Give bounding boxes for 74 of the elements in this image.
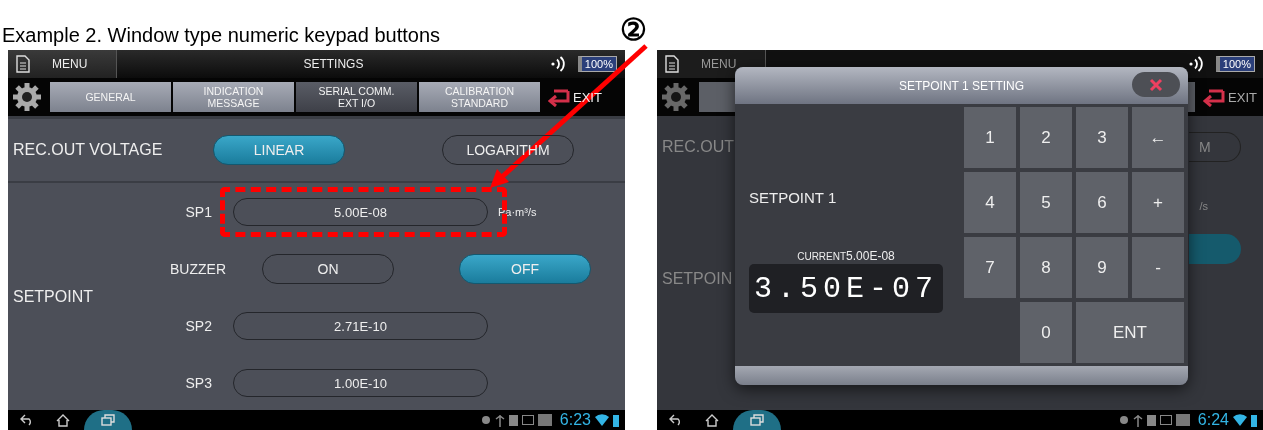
screen-title: SETTINGS <box>302 57 365 71</box>
digit-key[interactable]: 4 <box>964 172 1016 233</box>
digit-key[interactable]: 0 <box>1020 302 1072 363</box>
settings-icon[interactable] <box>661 82 691 112</box>
tab[interactable]: SERIAL COMM. EXT I/O <box>296 82 417 112</box>
setpoint-label: SP3 <box>184 375 213 391</box>
exit-button[interactable]: EXIT <box>1203 87 1257 107</box>
dialog-title: SETPOINT 1 SETTING <box>898 78 1025 93</box>
setpoint-label: SETPOINT 1 <box>749 189 838 206</box>
battery-indicator: 100% <box>577 56 617 72</box>
digit-key[interactable]: 7 <box>964 237 1016 298</box>
recent-apps-button[interactable] <box>733 410 781 430</box>
setpoint-label: SP2 <box>184 318 213 334</box>
exit-icon[interactable] <box>548 87 570 107</box>
digit-key[interactable]: 6 <box>1076 172 1128 233</box>
back-icon[interactable] <box>669 414 683 426</box>
callout-number: ② <box>620 14 647 46</box>
recent-apps-icon[interactable] <box>750 414 764 426</box>
image-icon <box>1159 415 1172 425</box>
notification-icon <box>1175 414 1190 426</box>
sign-key[interactable]: + <box>1132 172 1184 233</box>
tab[interactable]: INDICATION MESSAGE <box>173 82 294 112</box>
document-icon <box>16 55 30 73</box>
option-button[interactable]: OFF <box>459 254 591 284</box>
recent-apps-button[interactable] <box>84 410 132 430</box>
setting-label: SETPOINT <box>12 287 94 306</box>
menu-button[interactable]: MENU <box>657 50 766 78</box>
image-icon <box>521 415 534 425</box>
digit-key[interactable]: 9 <box>1076 237 1128 298</box>
setting-label: BUZZER <box>169 261 226 277</box>
entry-display: 3.50E-07 <box>749 264 943 313</box>
current-label: CURRENT <box>797 251 847 262</box>
back-icon[interactable] <box>20 414 34 426</box>
digit-key[interactable]: 3 <box>1076 107 1128 168</box>
caption: Example 2. Window type numeric keypad buttons <box>2 23 440 47</box>
backspace-key[interactable]: ← <box>1132 107 1184 168</box>
signal-icon <box>1187 56 1204 72</box>
home-icon[interactable] <box>705 413 719 427</box>
sd-card-icon <box>508 414 518 426</box>
close-icon[interactable] <box>1149 77 1163 92</box>
settings-icon[interactable] <box>12 82 42 112</box>
recent-apps-icon[interactable] <box>101 414 115 426</box>
setting-label: REC.OUT <box>662 138 734 156</box>
tab[interactable]: GENERAL <box>50 82 171 112</box>
sd-card-icon <box>1146 414 1156 426</box>
unit-label: /s <box>1199 200 1208 212</box>
signal-icon <box>549 56 566 72</box>
setpoint-label: SP1 <box>184 204 213 220</box>
battery-indicator: 100% <box>1215 56 1255 72</box>
clock-time: 6:24 <box>1197 411 1229 429</box>
digit-key[interactable]: 8 <box>1020 237 1072 298</box>
close-button[interactable] <box>1132 72 1180 97</box>
setting-label: REC.OUT VOLTAGE <box>13 141 164 159</box>
usb-icon <box>1132 413 1143 427</box>
menu-button[interactable]: MENU <box>8 50 117 78</box>
wifi-icon <box>1233 414 1247 426</box>
notification-icon <box>537 414 552 426</box>
digit-key[interactable]: 5 <box>1020 172 1072 233</box>
enter-key[interactable]: ENT <box>1076 302 1184 363</box>
tab[interactable]: CALIBRATION STANDARD <box>419 82 540 112</box>
home-icon[interactable] <box>56 413 70 427</box>
setting-label: SETPOIN <box>662 270 733 288</box>
digit-key[interactable]: 2 <box>1020 107 1072 168</box>
option-button[interactable]: LINEAR <box>213 135 345 165</box>
current-value: 5.00E-08 <box>846 249 895 263</box>
battery-icon <box>613 413 619 427</box>
wifi-icon <box>595 414 609 426</box>
document-icon <box>665 55 679 73</box>
digit-key[interactable]: 1 <box>964 107 1016 168</box>
sign-key[interactable]: - <box>1132 237 1184 298</box>
exit-icon[interactable] <box>1203 87 1226 107</box>
usb-icon <box>494 413 505 427</box>
clock-time: 6:23 <box>559 411 591 429</box>
battery-icon <box>1251 413 1257 427</box>
